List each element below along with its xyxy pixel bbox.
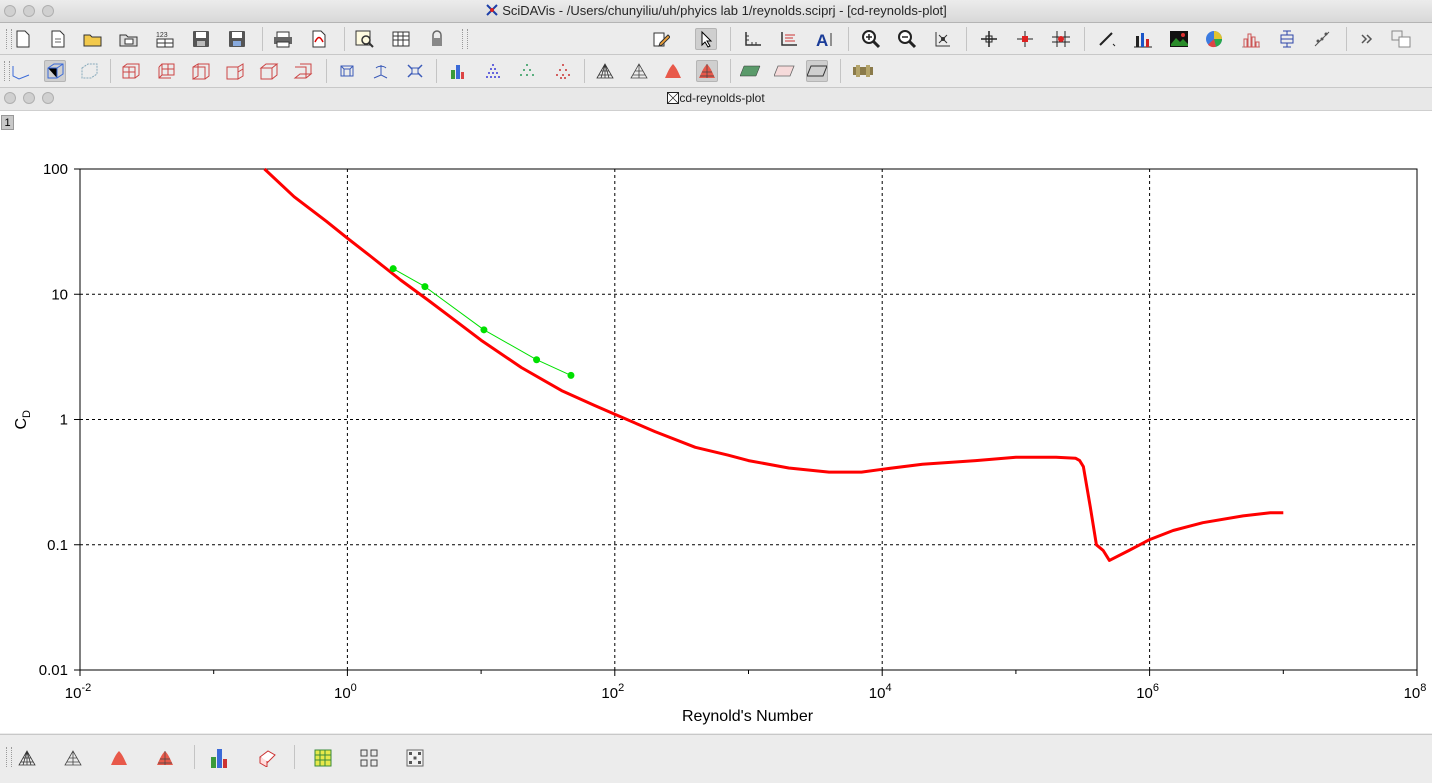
contour-icon[interactable]	[154, 747, 176, 769]
x-tick-label: 100	[334, 682, 357, 702]
grid-qr-icon[interactable]	[358, 747, 380, 769]
y-tick-label: 0.01	[39, 662, 68, 679]
x-axis-label: Reynold's Number	[682, 708, 814, 725]
y-axis-label: CD	[13, 410, 33, 430]
mesh-icon[interactable]	[62, 747, 84, 769]
bottom-toolbar	[0, 734, 1432, 783]
axis-ticks: 10-2 100 102 104 106 108 0.01 0.1 1 10 100	[39, 161, 1427, 702]
y-tick-label: 100	[43, 161, 68, 178]
toolbar-grip[interactable]	[6, 747, 12, 767]
series-line	[392, 268, 572, 376]
y-tick-label: 1	[60, 412, 68, 429]
wireframe-icon[interactable]	[16, 747, 38, 769]
bars-3d-icon[interactable]	[208, 747, 230, 769]
y-axis-label-main: C	[13, 418, 30, 430]
x-tick-label: 102	[601, 682, 624, 702]
y-tick-label: 0.1	[47, 537, 68, 554]
series-point	[421, 283, 429, 291]
x-tick-label: 106	[1136, 682, 1159, 702]
y-tick-label: 10	[51, 286, 68, 303]
grid-dots-icon[interactable]	[404, 747, 426, 769]
grid-lines	[80, 169, 1417, 670]
data-series	[263, 167, 1284, 562]
x-tick-label: 10-2	[65, 682, 91, 702]
matrix-icon[interactable]	[312, 747, 334, 769]
series-point	[533, 356, 541, 364]
x-tick-label: 108	[1404, 682, 1427, 702]
x-tick-label: 104	[869, 682, 892, 702]
ribbon-icon[interactable]	[256, 747, 278, 769]
y-axis-label-subscript: D	[21, 410, 33, 418]
series-point	[567, 371, 575, 379]
cd-reynolds-chart[interactable]: 10-2 100 102 104 106 108 0.01 0.1 1 10 100 Reynold…	[0, 0, 1432, 782]
series-point	[480, 326, 488, 334]
surface-icon[interactable]	[108, 747, 130, 769]
series-line	[263, 167, 1284, 562]
series-point	[389, 265, 397, 273]
